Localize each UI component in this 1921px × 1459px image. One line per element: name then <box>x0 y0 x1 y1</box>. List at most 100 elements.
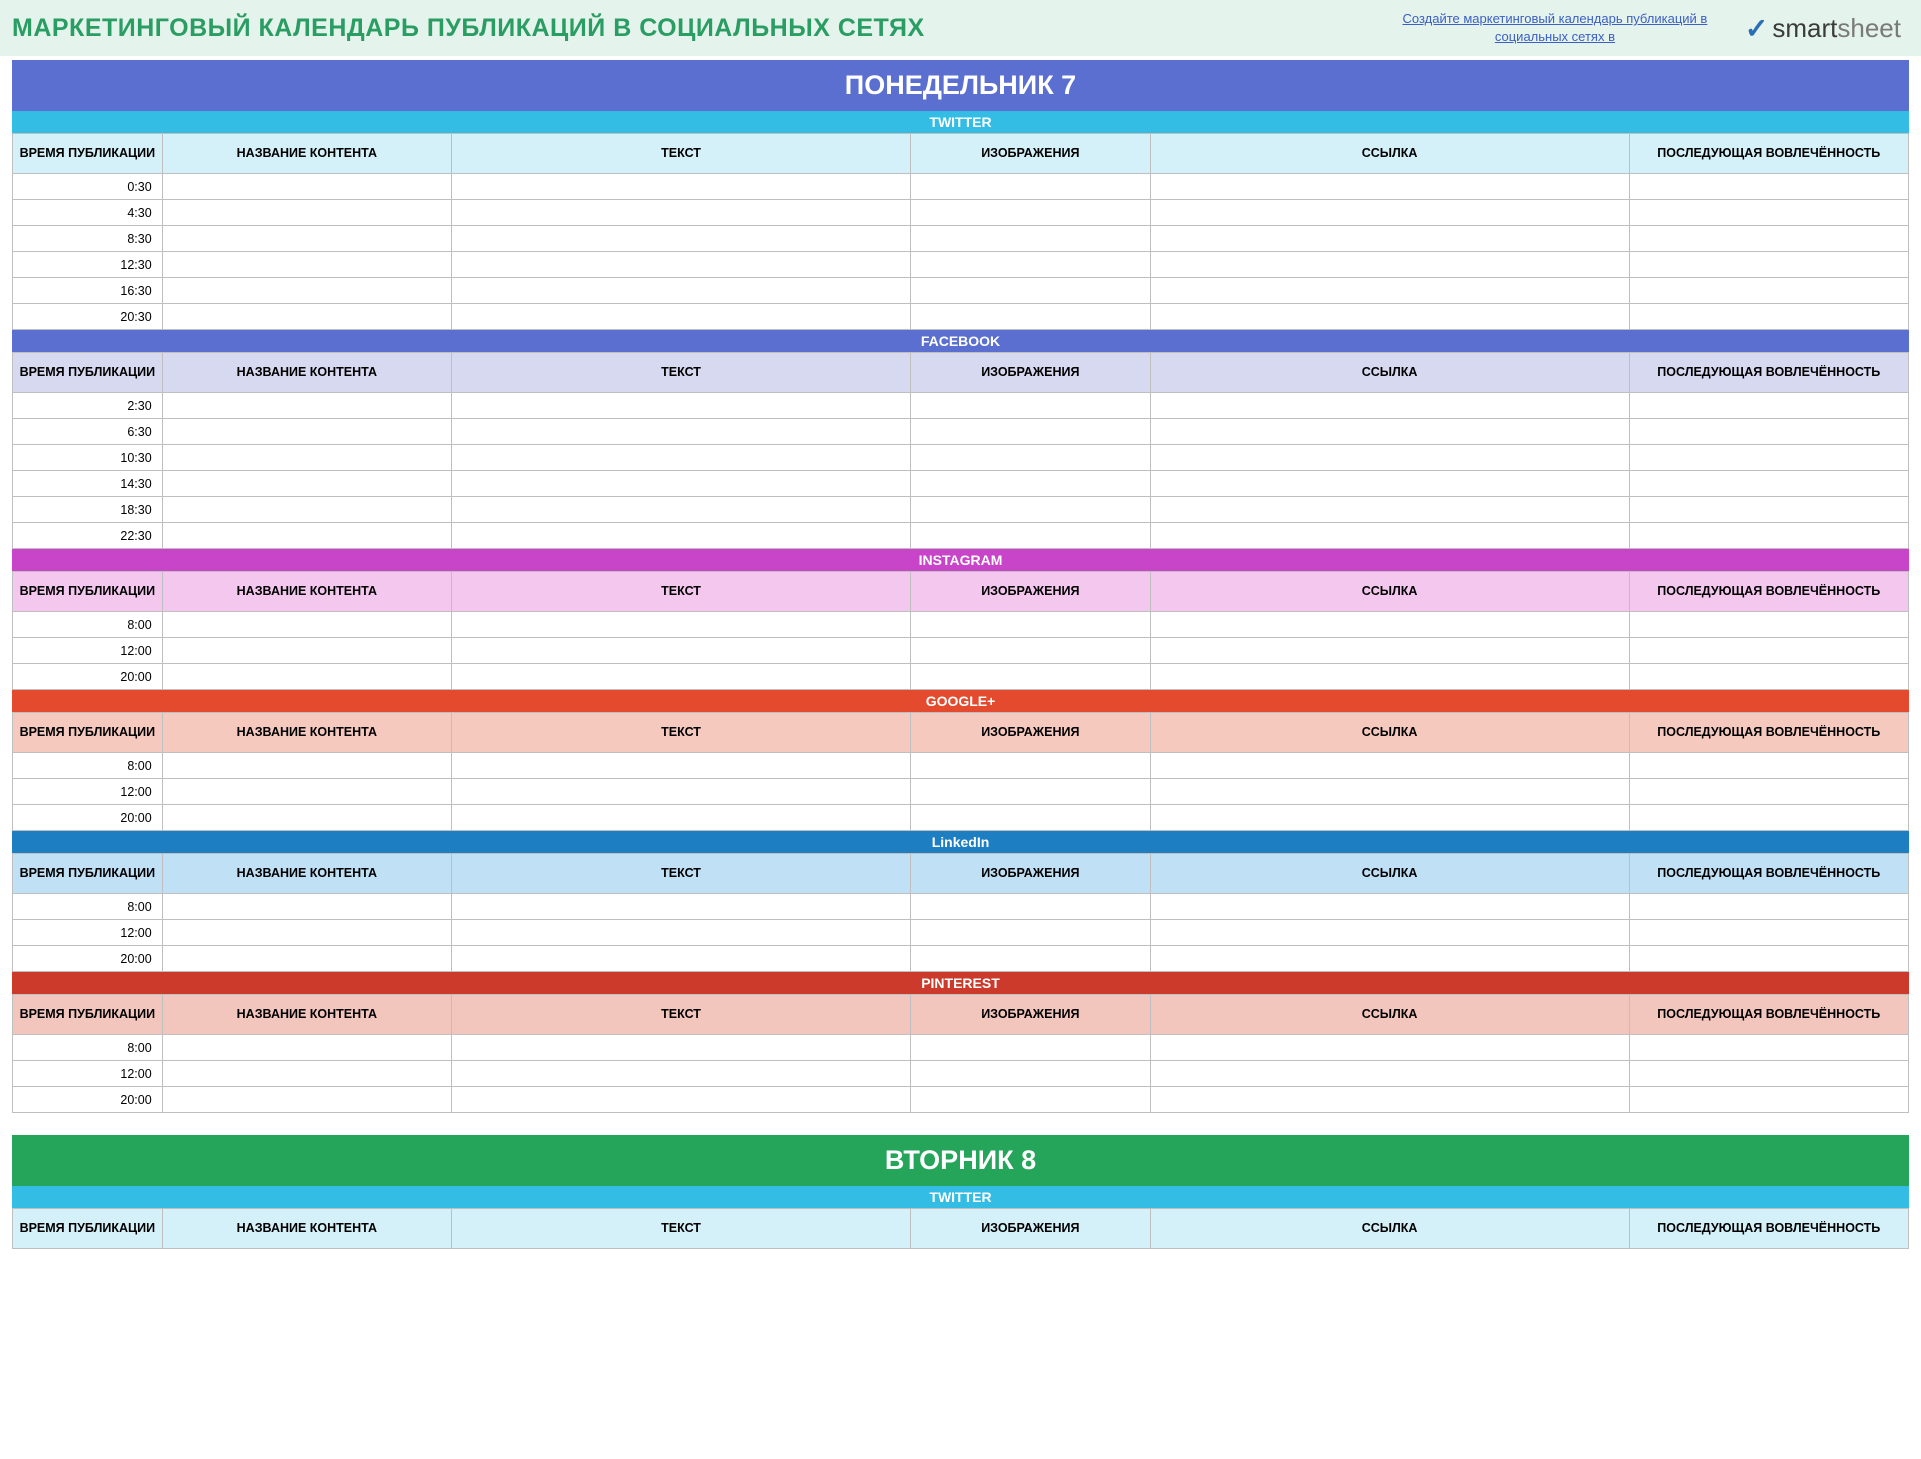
cell-image[interactable] <box>911 1061 1150 1087</box>
cell-image[interactable] <box>911 445 1150 471</box>
cell-text[interactable] <box>452 200 911 226</box>
cell-text[interactable] <box>452 920 911 946</box>
cell-text[interactable] <box>452 753 911 779</box>
cell-link[interactable] <box>1150 471 1629 497</box>
cell-link[interactable] <box>1150 664 1629 690</box>
cell-title[interactable] <box>162 753 451 779</box>
cell-link[interactable] <box>1150 174 1629 200</box>
cell-time[interactable]: 18:30 <box>13 497 163 523</box>
cell-title[interactable] <box>162 497 451 523</box>
cell-link[interactable] <box>1150 445 1629 471</box>
cell-image[interactable] <box>911 753 1150 779</box>
cell-text[interactable] <box>452 278 911 304</box>
cell-link[interactable] <box>1150 523 1629 549</box>
cell-link[interactable] <box>1150 304 1629 330</box>
cell-engage[interactable] <box>1629 393 1908 419</box>
cell-engage[interactable] <box>1629 174 1908 200</box>
cell-engage[interactable] <box>1629 278 1908 304</box>
cell-engage[interactable] <box>1629 638 1908 664</box>
cell-text[interactable] <box>452 1035 911 1061</box>
cell-title[interactable] <box>162 523 451 549</box>
cell-link[interactable] <box>1150 894 1629 920</box>
cell-image[interactable] <box>911 664 1150 690</box>
cell-link[interactable] <box>1150 779 1629 805</box>
cell-text[interactable] <box>452 946 911 972</box>
promo-link[interactable]: Создайте маркетинговый календарь публика… <box>1385 10 1725 45</box>
cell-time[interactable]: 14:30 <box>13 471 163 497</box>
cell-image[interactable] <box>911 304 1150 330</box>
cell-text[interactable] <box>452 779 911 805</box>
cell-title[interactable] <box>162 894 451 920</box>
cell-engage[interactable] <box>1629 226 1908 252</box>
cell-engage[interactable] <box>1629 894 1908 920</box>
cell-engage[interactable] <box>1629 252 1908 278</box>
cell-text[interactable] <box>452 805 911 831</box>
cell-text[interactable] <box>452 419 911 445</box>
cell-title[interactable] <box>162 419 451 445</box>
cell-image[interactable] <box>911 174 1150 200</box>
cell-text[interactable] <box>452 523 911 549</box>
cell-link[interactable] <box>1150 252 1629 278</box>
cell-link[interactable] <box>1150 393 1629 419</box>
cell-time[interactable]: 20:00 <box>13 946 163 972</box>
cell-text[interactable] <box>452 445 911 471</box>
cell-link[interactable] <box>1150 920 1629 946</box>
cell-image[interactable] <box>911 393 1150 419</box>
cell-engage[interactable] <box>1629 779 1908 805</box>
cell-link[interactable] <box>1150 946 1629 972</box>
cell-link[interactable] <box>1150 612 1629 638</box>
cell-link[interactable] <box>1150 497 1629 523</box>
cell-text[interactable] <box>452 638 911 664</box>
cell-time[interactable]: 20:00 <box>13 805 163 831</box>
cell-image[interactable] <box>911 226 1150 252</box>
cell-title[interactable] <box>162 779 451 805</box>
cell-time[interactable]: 12:30 <box>13 252 163 278</box>
cell-time[interactable]: 20:30 <box>13 304 163 330</box>
cell-engage[interactable] <box>1629 445 1908 471</box>
cell-image[interactable] <box>911 1087 1150 1113</box>
cell-link[interactable] <box>1150 805 1629 831</box>
cell-title[interactable] <box>162 278 451 304</box>
cell-time[interactable]: 8:00 <box>13 894 163 920</box>
cell-title[interactable] <box>162 393 451 419</box>
cell-link[interactable] <box>1150 753 1629 779</box>
cell-text[interactable] <box>452 471 911 497</box>
cell-title[interactable] <box>162 805 451 831</box>
cell-text[interactable] <box>452 894 911 920</box>
cell-link[interactable] <box>1150 226 1629 252</box>
smartsheet-logo[interactable]: ✓ smartsheet <box>1745 12 1901 45</box>
cell-image[interactable] <box>911 200 1150 226</box>
cell-title[interactable] <box>162 920 451 946</box>
cell-image[interactable] <box>911 638 1150 664</box>
cell-time[interactable]: 12:00 <box>13 920 163 946</box>
cell-title[interactable] <box>162 174 451 200</box>
cell-time[interactable]: 12:00 <box>13 779 163 805</box>
cell-title[interactable] <box>162 1087 451 1113</box>
cell-title[interactable] <box>162 638 451 664</box>
cell-time[interactable]: 2:30 <box>13 393 163 419</box>
cell-link[interactable] <box>1150 1061 1629 1087</box>
cell-time[interactable]: 0:30 <box>13 174 163 200</box>
cell-text[interactable] <box>452 226 911 252</box>
cell-image[interactable] <box>911 612 1150 638</box>
cell-image[interactable] <box>911 920 1150 946</box>
cell-image[interactable] <box>911 523 1150 549</box>
cell-title[interactable] <box>162 252 451 278</box>
cell-time[interactable]: 20:00 <box>13 1087 163 1113</box>
cell-engage[interactable] <box>1629 523 1908 549</box>
cell-image[interactable] <box>911 252 1150 278</box>
cell-engage[interactable] <box>1629 664 1908 690</box>
cell-image[interactable] <box>911 419 1150 445</box>
cell-text[interactable] <box>452 1061 911 1087</box>
cell-text[interactable] <box>452 304 911 330</box>
cell-time[interactable]: 6:30 <box>13 419 163 445</box>
cell-text[interactable] <box>452 252 911 278</box>
cell-time[interactable]: 8:30 <box>13 226 163 252</box>
cell-link[interactable] <box>1150 638 1629 664</box>
cell-text[interactable] <box>452 174 911 200</box>
cell-title[interactable] <box>162 226 451 252</box>
cell-text[interactable] <box>452 497 911 523</box>
cell-link[interactable] <box>1150 1035 1629 1061</box>
cell-text[interactable] <box>452 664 911 690</box>
cell-text[interactable] <box>452 393 911 419</box>
